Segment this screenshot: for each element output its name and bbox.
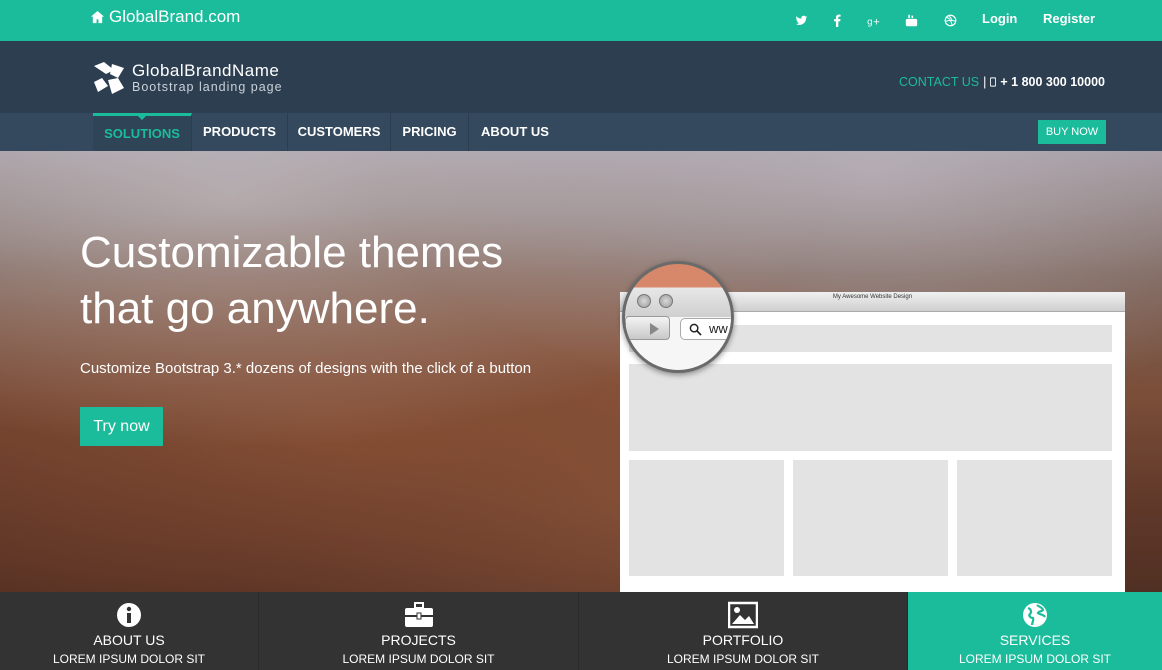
- nav-item-about-us[interactable]: ABOUT US: [469, 113, 561, 151]
- mockup-url-bar: ww: [680, 318, 731, 340]
- feature-about-us[interactable]: ABOUT US LOREM IPSUM DOLOR SIT: [0, 592, 259, 670]
- brand-tagline: Bootstrap landing page: [132, 79, 283, 94]
- header: GlobalBrandName Bootstrap landing page C…: [0, 41, 1162, 113]
- hero-subtext: Customize Bootstrap 3.* dozens of design…: [80, 360, 532, 377]
- hero-section: Customizable themes that go anywhere. Cu…: [0, 151, 1162, 592]
- globe-icon: [1020, 601, 1050, 629]
- feature-subtitle: LOREM IPSUM DOLOR SIT: [958, 652, 1112, 666]
- youtube-icon[interactable]: [902, 10, 920, 30]
- google-plus-icon[interactable]: g+: [864, 10, 882, 30]
- dribbble-icon[interactable]: [941, 10, 959, 30]
- briefcase-icon: [404, 601, 434, 629]
- main-nav: SOLUTIONS PRODUCTS CUSTOMERS PRICING ABO…: [0, 113, 1162, 151]
- brand-name: GlobalBrandName: [132, 60, 280, 80]
- nav-item-solutions[interactable]: SOLUTIONS: [93, 113, 192, 151]
- mockup-banner-block: [629, 364, 1112, 451]
- register-link[interactable]: Register: [1043, 11, 1095, 26]
- site-name: GlobalBrand.com: [109, 7, 241, 26]
- site-link[interactable]: GlobalBrand.com: [90, 7, 240, 27]
- mockup-column-block: [957, 460, 1112, 576]
- hero-heading-line2: that go anywhere.: [80, 284, 430, 333]
- hero-heading: Customizable themes that go anywhere.: [80, 225, 600, 337]
- nav-item-products[interactable]: PRODUCTS: [192, 113, 288, 151]
- home-icon: [90, 10, 105, 23]
- mockup-column-block: [629, 460, 784, 576]
- mockup-column-block: [793, 460, 948, 576]
- phone-number: + 1 800 300 10000: [1000, 75, 1105, 89]
- feature-subtitle: LOREM IPSUM DOLOR SIT: [52, 652, 206, 666]
- mobile-phone-icon: [990, 77, 997, 87]
- window-button-icon: [659, 294, 673, 308]
- feature-title: PROJECTS: [381, 632, 456, 648]
- nav-item-customers[interactable]: CUSTOMERS: [288, 113, 391, 151]
- svg-text:g+: g+: [867, 17, 880, 26]
- feature-title: SERVICES: [999, 632, 1071, 648]
- feature-title: PORTFOLIO: [702, 632, 784, 648]
- picture-icon: [727, 601, 759, 629]
- feature-title: ABOUT US: [93, 632, 165, 648]
- contact-separator: |: [983, 75, 987, 89]
- nav-item-pricing[interactable]: PRICING: [391, 113, 469, 151]
- feature-subtitle: LOREM IPSUM DOLOR SIT: [666, 652, 820, 666]
- window-button-icon: [637, 294, 651, 308]
- brand-logo-icon: [94, 62, 124, 94]
- feature-subtitle: LOREM IPSUM DOLOR SIT: [342, 652, 495, 666]
- twitter-icon[interactable]: [792, 10, 810, 30]
- feature-portfolio[interactable]: PORTFOLIO LOREM IPSUM DOLOR SIT: [579, 592, 908, 670]
- top-bar: GlobalBrand.com g+ Login Register: [0, 0, 1162, 41]
- feature-bar: ABOUT US LOREM IPSUM DOLOR SIT PROJECTS …: [0, 592, 1162, 670]
- info-icon: [114, 601, 144, 629]
- magnifier-lens: ww: [622, 261, 734, 373]
- login-link[interactable]: Login: [982, 11, 1017, 26]
- try-now-button[interactable]: Try now: [80, 407, 163, 446]
- hero-heading-line1: Customizable themes: [80, 228, 504, 277]
- feature-projects[interactable]: PROJECTS LOREM IPSUM DOLOR SIT: [259, 592, 579, 670]
- contact-us-link[interactable]: CONTACT US: [899, 75, 979, 89]
- back-forward-icon: [625, 316, 670, 340]
- logo[interactable]: GlobalBrandName Bootstrap landing page: [92, 60, 283, 96]
- search-icon: [689, 323, 702, 336]
- mockup-url-text: ww: [709, 321, 728, 336]
- buy-now-button[interactable]: BUY NOW: [1038, 120, 1106, 144]
- feature-services[interactable]: SERVICES LOREM IPSUM DOLOR SIT: [908, 592, 1162, 670]
- facebook-icon[interactable]: [828, 10, 846, 30]
- contact-info: CONTACT US | + 1 800 300 10000: [899, 75, 1105, 89]
